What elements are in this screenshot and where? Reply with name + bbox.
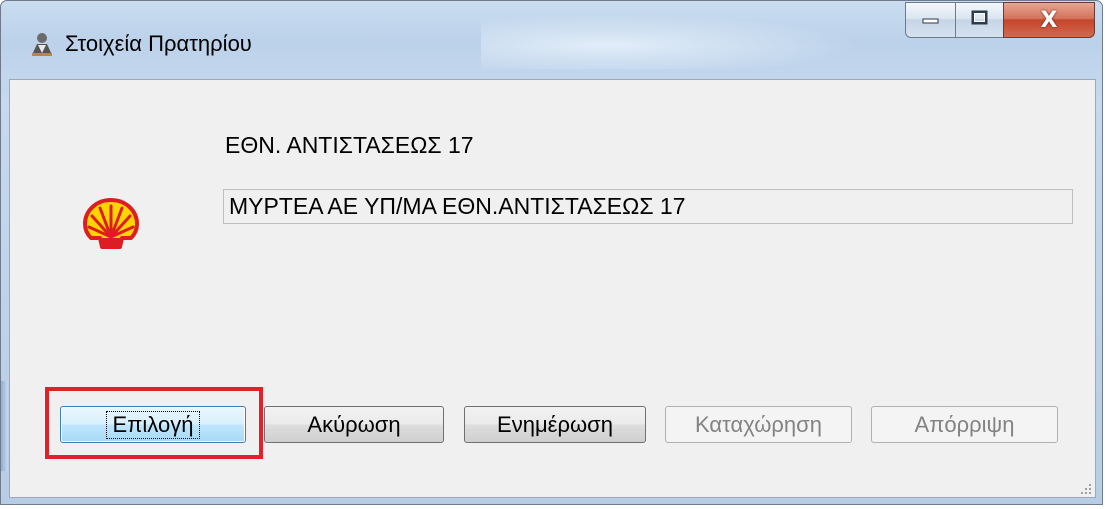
- resize-grip-icon[interactable]: [1080, 482, 1092, 494]
- minimize-button[interactable]: [905, 2, 955, 38]
- cancel-button[interactable]: Ακύρωση: [264, 406, 444, 443]
- update-button[interactable]: Ενημέρωση: [464, 406, 646, 443]
- people-icon: [29, 31, 55, 57]
- station-address: ΕΘΝ. ΑΝΤΙΣΤΑΣΕΩΣ 17: [225, 132, 474, 158]
- minimize-icon: [922, 11, 940, 29]
- station-name-field: ΜΥΡΤΕΑ ΑΕ ΥΠ/ΜΑ ΕΘΝ.ΑΝΤΙΣΤΑΣΕΩΣ 17: [223, 189, 1073, 224]
- title-bar-glass: [481, 9, 901, 69]
- select-button[interactable]: Επιλογή: [60, 406, 246, 443]
- dialog-body: ΕΘΝ. ΑΝΤΙΣΤΑΣΕΩΣ 17 ΜΥΡΤΕΑ ΑΕ ΥΠ/ΜΑ ΕΘΝ.…: [9, 79, 1096, 498]
- caption-buttons: X: [905, 2, 1095, 38]
- title-bar[interactable]: Στοιχεία Πρατηρίου X: [1, 1, 1102, 79]
- shell-logo-icon: [82, 197, 140, 251]
- close-button[interactable]: X: [1003, 2, 1095, 38]
- reject-button[interactable]: Απόρριψη: [871, 406, 1058, 443]
- register-button[interactable]: Καταχώρηση: [665, 406, 852, 443]
- window-title: Στοιχεία Πρατηρίου: [65, 31, 252, 56]
- frame-accent: [1, 381, 8, 471]
- select-button-label: Επιλογή: [105, 410, 201, 439]
- maximize-button[interactable]: [955, 2, 1003, 38]
- station-details-window: Στοιχεία Πρατηρίου X ΕΘΝ. ΑΝΤΙΣΤΑΣΕΩΣ 17…: [0, 0, 1103, 505]
- close-icon: X: [1040, 7, 1058, 33]
- maximize-icon: [971, 10, 989, 31]
